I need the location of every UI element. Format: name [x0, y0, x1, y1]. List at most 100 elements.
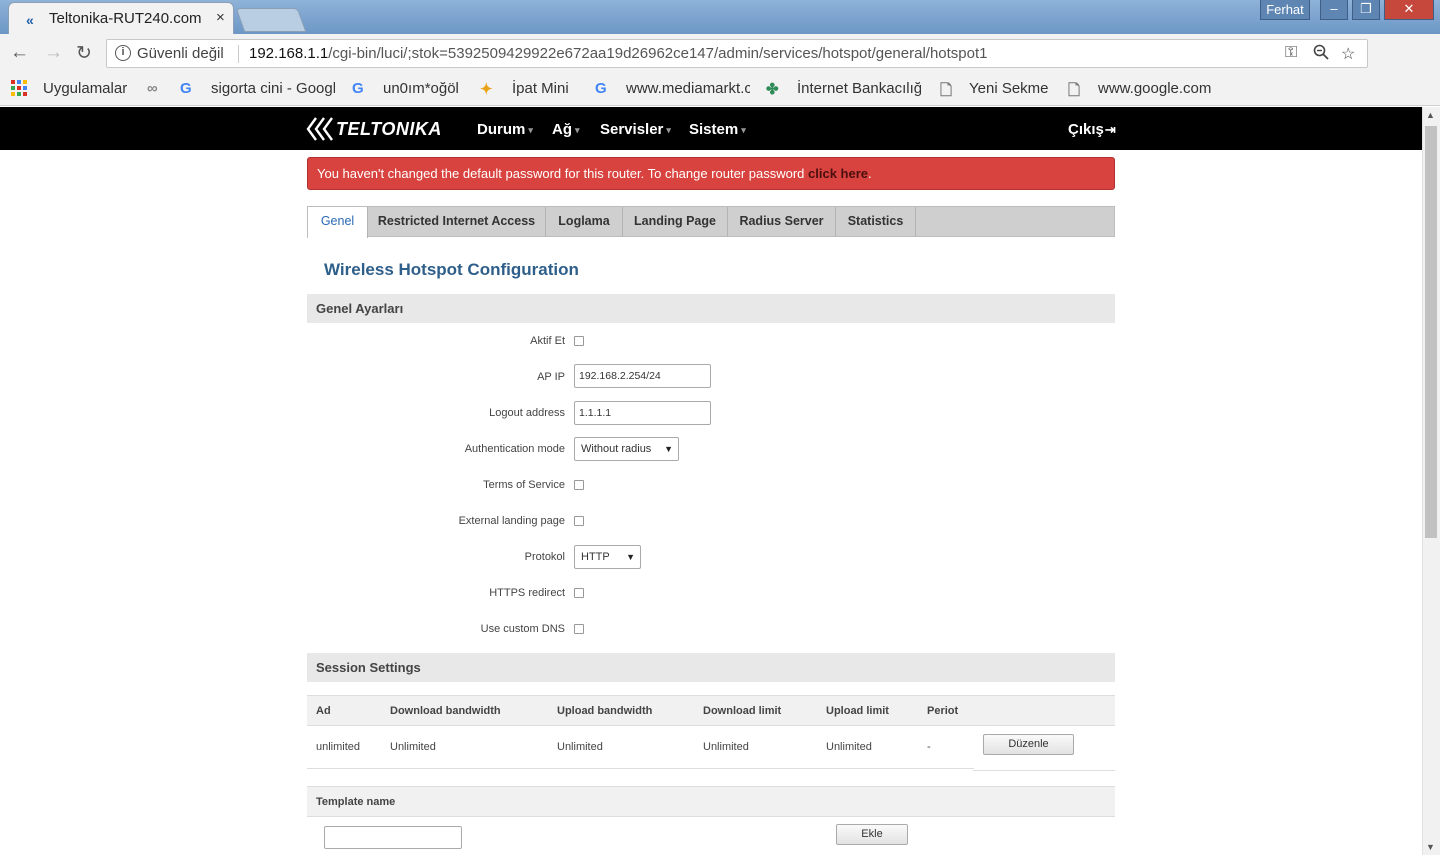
new-tab-button[interactable]	[235, 8, 307, 32]
logout-link[interactable]: Çıkış⇥	[1068, 121, 1116, 138]
tab-restricted-internet-access[interactable]: Restricted Internet Access	[368, 207, 546, 237]
star-burst-icon: ✦	[480, 81, 493, 98]
bookmark-item[interactable]: Yeni Sekme	[969, 80, 1049, 97]
key-icon[interactable]: ⚿	[1285, 44, 1297, 62]
protocol-label: Protokol	[524, 551, 565, 563]
minimize-icon[interactable]: –	[1320, 0, 1348, 20]
bookmark-item[interactable]: sigorta cini - Google	[211, 80, 335, 97]
session-table-header: Ad Download bandwidth Upload bandwidth D…	[307, 695, 1115, 726]
tab-radius-server[interactable]: Radius Server	[728, 207, 836, 237]
browser-toolbar: ← → ↻ i Güvenli değil 192.168.1.1/cgi-bi…	[0, 34, 1440, 98]
info-icon[interactable]: i	[115, 45, 131, 61]
select-arrow-icon: ▼	[626, 552, 635, 562]
table-cell-upload-limit: Unlimited	[826, 741, 872, 753]
col-ad: Ad	[316, 705, 331, 717]
tab-statistics[interactable]: Statistics	[836, 207, 916, 237]
page-icon: 🗋	[940, 82, 953, 99]
security-label[interactable]: Güvenli değil	[137, 45, 224, 62]
table-cell-download-limit: Unlimited	[703, 741, 749, 753]
url-text[interactable]: 192.168.1.1/cgi-bin/luci/;stok=539250942…	[249, 45, 988, 62]
logout-label: Çıkış	[1068, 121, 1104, 138]
nav-ag[interactable]: Ağ ▾	[552, 121, 580, 138]
tab-close-icon[interactable]: ×	[216, 9, 225, 26]
nav-sistem[interactable]: Sistem ▾	[689, 121, 746, 138]
chevron-down-icon: ▾	[666, 124, 671, 135]
col-download-limit: Download limit	[703, 705, 782, 717]
ap-ip-input[interactable]: 192.168.2.254/24	[574, 364, 711, 388]
bookmark-item[interactable]: www.mediamarkt.com	[626, 80, 750, 97]
nav-ag-label: Ağ	[552, 121, 572, 138]
col-upload-limit: Upload limit	[826, 705, 889, 717]
chevron-down-icon: ▾	[741, 124, 746, 135]
chevron-down-icon: ▾	[528, 124, 533, 135]
maximize-icon[interactable]: ❐	[1352, 0, 1380, 20]
edit-session-button[interactable]: Düzenle	[983, 734, 1074, 755]
address-separator	[238, 45, 239, 63]
tab-loglama[interactable]: Loglama	[546, 207, 623, 237]
forward-arrow-icon[interactable]: →	[44, 42, 63, 64]
logout-icon: ⇥	[1104, 122, 1116, 137]
custom-dns-label: Use custom DNS	[480, 623, 565, 635]
logout-address-label: Logout address	[489, 407, 565, 419]
back-arrow-icon[interactable]: ←	[10, 42, 29, 64]
template-header: Template name	[307, 786, 1115, 817]
external-landing-label: External landing page	[458, 515, 565, 527]
external-landing-checkbox[interactable]	[574, 516, 584, 526]
address-bar[interactable]: i Güvenli değil 192.168.1.1/cgi-bin/luci…	[106, 39, 1368, 68]
terms-of-service-checkbox[interactable]	[574, 480, 584, 490]
bookmark-star-icon[interactable]: ☆	[1341, 44, 1355, 64]
alert-text: You haven't changed the default password…	[317, 166, 809, 181]
https-redirect-checkbox[interactable]	[574, 588, 584, 598]
custom-dns-checkbox[interactable]	[574, 624, 584, 634]
alert-end: .	[868, 166, 872, 181]
auth-mode-value: Without radius	[581, 443, 652, 455]
protocol-value: HTTP	[581, 551, 610, 563]
tab-genel[interactable]: Genel	[307, 207, 368, 238]
protocol-select[interactable]: HTTP ▼	[574, 545, 641, 569]
reload-icon[interactable]: ↻	[76, 42, 92, 65]
bookmark-item[interactable]: İnternet Bankacılığı	[797, 80, 921, 97]
scrollbar-thumb[interactable]	[1425, 126, 1437, 538]
bookmark-apps[interactable]: Uygulamalar	[43, 80, 127, 97]
https-redirect-label: HTTPS redirect	[489, 587, 565, 599]
page-icon: 🗋	[1068, 82, 1081, 99]
row-divider	[307, 768, 974, 769]
auth-mode-select[interactable]: Without radius ▼	[574, 437, 679, 461]
enable-checkbox[interactable]	[574, 336, 584, 346]
chevron-down-icon: ▾	[575, 124, 580, 135]
change-password-link[interactable]: click here	[808, 166, 868, 181]
template-name-input[interactable]	[324, 826, 462, 849]
browser-tab-active[interactable]: « Teltonika-RUT240.com ×	[8, 2, 234, 34]
bookmark-item[interactable]: İpat Mini	[512, 80, 569, 97]
link-icon[interactable]: ∞	[147, 80, 158, 97]
nav-servisler-label: Servisler	[600, 121, 664, 138]
nav-durum-label: Durum	[477, 121, 526, 138]
apps-grid-icon[interactable]	[11, 80, 28, 101]
enable-label: Aktif Et	[530, 335, 565, 347]
teltonika-logo[interactable]: TELTONIKA	[306, 116, 441, 142]
tab-landing-page[interactable]: Landing Page	[623, 207, 728, 237]
ap-ip-label: AP IP	[537, 371, 565, 383]
teltonika-favicon-icon: «	[26, 12, 34, 28]
profile-badge[interactable]: Ferhat	[1260, 0, 1310, 20]
zoom-icon[interactable]	[1313, 44, 1329, 65]
scroll-up-icon[interactable]: ▲	[1426, 110, 1435, 120]
nav-servisler[interactable]: Servisler ▾	[600, 121, 671, 138]
section-general-settings: Genel Ayarları	[307, 294, 1115, 323]
nav-durum[interactable]: Durum ▾	[477, 121, 533, 138]
add-template-button[interactable]: Ekle	[836, 824, 908, 845]
terms-of-service-label: Terms of Service	[483, 479, 565, 491]
clover-icon: ✤	[766, 81, 779, 98]
bookmark-item[interactable]: un0ım*oğöl	[383, 80, 459, 97]
window-close-icon[interactable]: ✕	[1384, 0, 1434, 20]
section-session-settings: Session Settings	[307, 653, 1115, 682]
teltonika-logo-icon	[306, 117, 333, 141]
logout-address-input[interactable]: 1.1.1.1	[574, 401, 711, 425]
google-icon: G	[595, 80, 607, 97]
table-cell-download-bandwidth: Unlimited	[390, 741, 436, 753]
scroll-down-icon[interactable]: ▼	[1426, 842, 1435, 852]
bookmark-item[interactable]: www.google.com	[1098, 80, 1222, 97]
col-periot: Periot	[927, 705, 959, 717]
select-arrow-icon: ▼	[664, 444, 673, 454]
google-icon: G	[180, 80, 192, 97]
